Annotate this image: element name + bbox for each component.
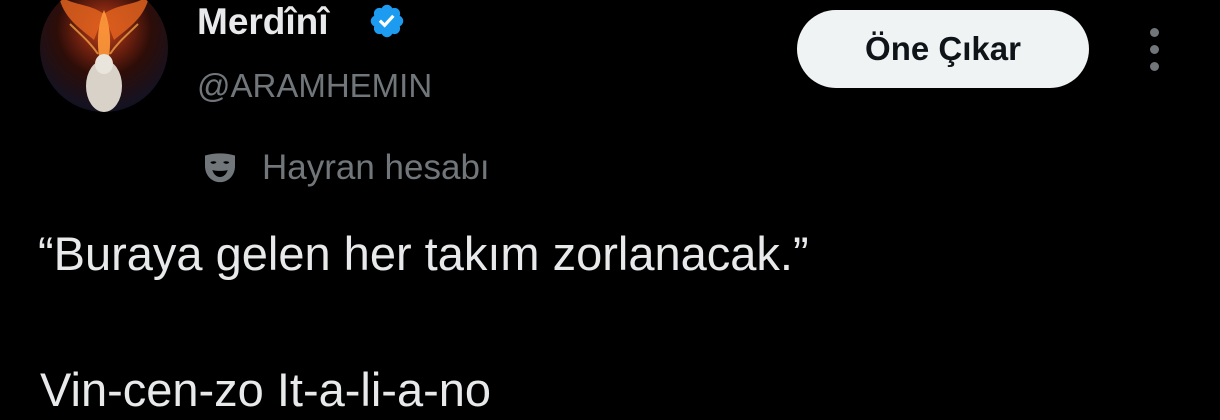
account-label: Hayran hesabı: [200, 146, 490, 190]
account-label-text: Hayran hesabı: [262, 148, 490, 187]
more-vertical-icon: [1150, 28, 1159, 37]
tweet-text-line-2: Vin-cen-zo It-a-li-a-no: [40, 363, 492, 416]
tweet-text-line-1: “Buraya gelen her takım zorlanacak.”: [38, 227, 809, 280]
display-name[interactable]: Merdînî: [197, 1, 329, 43]
user-handle[interactable]: @ARAMHEMIN: [197, 66, 432, 106]
avatar[interactable]: [40, 0, 168, 112]
more-options-button[interactable]: [1140, 28, 1170, 72]
verified-badge-icon: [370, 4, 404, 38]
mask-icon: [205, 153, 235, 183]
highlight-button[interactable]: Öne Çıkar: [797, 10, 1089, 88]
phoenix-avatar-icon: [59, 0, 149, 112]
